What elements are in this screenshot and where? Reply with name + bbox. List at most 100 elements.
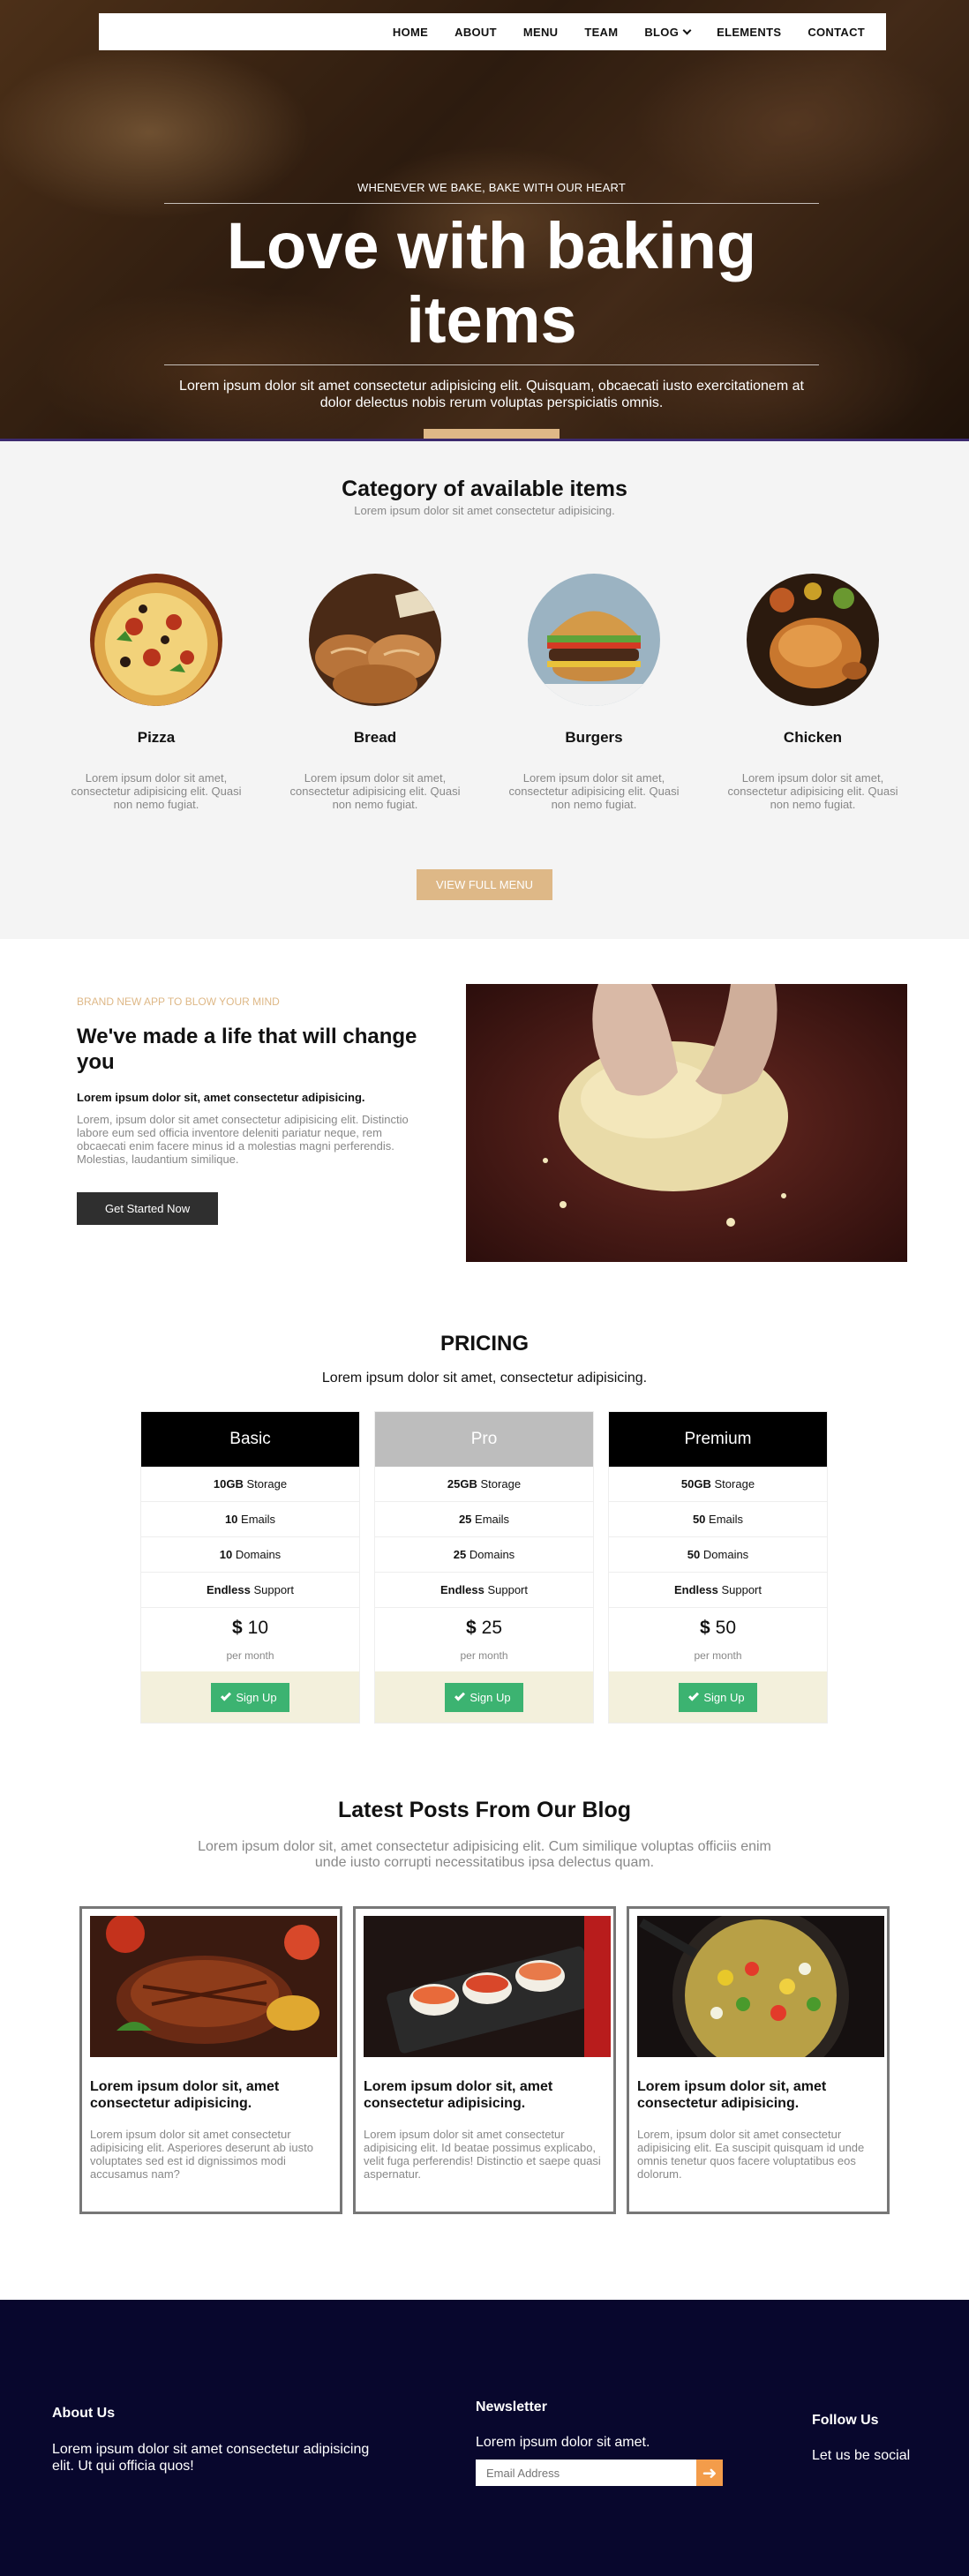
footer-newsletter-title: Newsletter (476, 2400, 547, 2415)
nav-elements[interactable]: ELEMENTS (717, 26, 781, 39)
plan-amount: $10 (232, 1618, 268, 1639)
hero-content: WHENEVER WE BAKE, BAKE WITH OUR HEART Lo… (164, 181, 819, 441)
plan-emails: 50 Emails (609, 1502, 827, 1537)
plan-domains-value: 50 (687, 1548, 701, 1561)
site-footer: About Us Lorem ipsum dolor sit amet cons… (0, 2300, 969, 2576)
post-title: Lorem ipsum dolor sit, amet consectetur … (90, 2079, 280, 2111)
plan-support: Endless Support (141, 1573, 359, 1608)
category-text: Lorem ipsum dolor sit amet, consectetur … (71, 771, 242, 811)
footer-follow-title: Follow Us (812, 2413, 879, 2428)
plan-emails: 25 Emails (375, 1502, 593, 1537)
plan-domains: 50 Domains (609, 1537, 827, 1573)
post-text: Lorem, ipsum dolor sit amet consectetur … (637, 2128, 865, 2181)
blog-lead: Lorem ipsum dolor sit, amet consectetur … (198, 1839, 771, 1870)
signup-label: Sign Up (469, 1690, 511, 1704)
plan-amount: $25 (466, 1618, 502, 1639)
category-text: Lorem ipsum dolor sit amet, consectetur … (289, 771, 461, 811)
footer-newsletter: Newsletter Lorem ipsum dolor sit amet. ➜ (476, 2400, 732, 2486)
burger-image (528, 574, 660, 706)
view-full-menu-button[interactable]: VIEW FULL MENU (416, 869, 553, 900)
plan-price-value: 50 (715, 1618, 737, 1638)
nav-contact[interactable]: CONTACT (808, 26, 865, 39)
category-name: Burgers (565, 729, 623, 746)
plan-currency: $ (231, 1618, 243, 1638)
arrow-right-icon: ➜ (702, 2463, 717, 2483)
plan-support-label: Support (253, 1583, 295, 1596)
plan-premium: Premium 50GB Storage 50 Emails 50 Domain… (608, 1411, 828, 1724)
newsletter-form: ➜ (476, 2460, 723, 2486)
plan-amount: $50 (700, 1618, 736, 1639)
category-name: Chicken (783, 729, 843, 746)
nav-about[interactable]: ABOUT (454, 26, 497, 39)
plan-footer: Sign Up (141, 1671, 359, 1723)
plan-emails-label: Emails (241, 1513, 276, 1526)
category-item-chicken: Chicken Lorem ipsum dolor sit amet, cons… (723, 574, 903, 811)
footer-about-title: About Us (52, 2406, 116, 2421)
plan-name: Pro (375, 1412, 593, 1467)
plan-support-value: Endless (439, 1583, 484, 1596)
get-started-button[interactable]: Get Started Now (77, 1192, 219, 1225)
signup-label: Sign Up (236, 1690, 277, 1704)
nav-menu[interactable]: MENU (523, 26, 558, 39)
plan-emails: 10 Emails (141, 1502, 359, 1537)
plan-emails-value: 25 (458, 1513, 472, 1526)
newsletter-submit-button[interactable]: ➜ (696, 2460, 723, 2486)
post-text: Lorem ipsum dolor sit amet consectetur a… (364, 2128, 601, 2181)
footer-follow: Follow Us Let us be social (812, 2413, 910, 2464)
category-item-burgers: Burgers Lorem ipsum dolor sit amet, cons… (504, 574, 684, 811)
category-text: Lorem ipsum dolor sit amet, consectetur … (508, 771, 680, 811)
nav-blog[interactable]: BLOG (644, 25, 692, 39)
hero-title: Love with baking items (164, 209, 819, 357)
email-field[interactable] (476, 2460, 696, 2486)
plan-name: Basic (141, 1412, 359, 1467)
plan-period: per month (694, 1649, 742, 1662)
nav-blog-label: BLOG (644, 25, 680, 39)
plan-period: per month (460, 1649, 508, 1662)
footer-about: About Us Lorem ipsum dolor sit amet cons… (52, 2406, 387, 2475)
pricing-section: PRICING Lorem ipsum dolor sit amet, cons… (0, 1332, 969, 1798)
bread-image (309, 574, 441, 706)
plan-domains-value: 25 (453, 1548, 467, 1561)
category-title: Category of available items (342, 477, 627, 501)
category-item-bread: Bread Lorem ipsum dolor sit amet, consec… (285, 574, 465, 811)
hero-divider-bottom (164, 364, 819, 365)
plan-domains: 10 Domains (141, 1537, 359, 1573)
signup-button-basic[interactable]: Sign Up (211, 1682, 289, 1712)
app-title: We've made a life that will change you (77, 1025, 417, 1074)
plan-support-value: Endless (206, 1583, 251, 1596)
plan-storage-value: 10GB (213, 1477, 244, 1491)
plan-storage: 25GB Storage (375, 1467, 593, 1502)
plan-name: Premium (609, 1412, 827, 1467)
blog-post-card[interactable]: Lorem ipsum dolor sit, amet consectetur … (627, 1906, 890, 2214)
category-grid: Pizza Lorem ipsum dolor sit amet, consec… (66, 574, 903, 811)
plan-emails-value: 10 (224, 1513, 238, 1526)
app-section: BRAND NEW APP TO BLOW YOUR MIND We've ma… (0, 939, 969, 1332)
plan-currency: $ (465, 1618, 477, 1638)
plan-support: Endless Support (609, 1573, 827, 1608)
signup-button-pro[interactable]: Sign Up (445, 1682, 523, 1712)
hero-subtitle: WHENEVER WE BAKE, BAKE WITH OUR HEART (357, 181, 627, 194)
plan-support-value: Endless (673, 1583, 718, 1596)
blog-post-card[interactable]: Lorem ipsum dolor sit, amet consectetur … (79, 1906, 342, 2214)
category-name: Pizza (137, 729, 176, 746)
nav-home[interactable]: HOME (393, 26, 428, 39)
category-item-pizza: Pizza Lorem ipsum dolor sit amet, consec… (66, 574, 246, 811)
plan-storage-label: Storage (714, 1477, 755, 1491)
app-text-block: BRAND NEW APP TO BLOW YOUR MIND We've ma… (77, 995, 430, 1225)
baking-hands-image (466, 984, 907, 1262)
nav-team[interactable]: TEAM (584, 26, 618, 39)
blog-post-card[interactable]: Lorem ipsum dolor sit, amet consectetur … (353, 1906, 616, 2214)
signup-button-premium[interactable]: Sign Up (679, 1682, 757, 1712)
plan-period: per month (226, 1649, 274, 1662)
post-title: Lorem ipsum dolor sit, amet consectetur … (364, 2079, 553, 2111)
hero-text: Lorem ipsum dolor sit amet consectetur a… (179, 379, 804, 410)
plan-footer: Sign Up (375, 1671, 593, 1723)
plan-currency: $ (699, 1618, 710, 1638)
blog-title: Latest Posts From Our Blog (338, 1798, 631, 1822)
plan-price: $25 per month (375, 1608, 593, 1671)
plan-price: $10 per month (141, 1608, 359, 1671)
app-tag: BRAND NEW APP TO BLOW YOUR MIND (77, 995, 280, 1008)
plan-storage-label: Storage (246, 1477, 288, 1491)
plan-price: $50 per month (609, 1608, 827, 1671)
app-text: Lorem, ipsum dolor sit amet consectetur … (77, 1113, 409, 1166)
